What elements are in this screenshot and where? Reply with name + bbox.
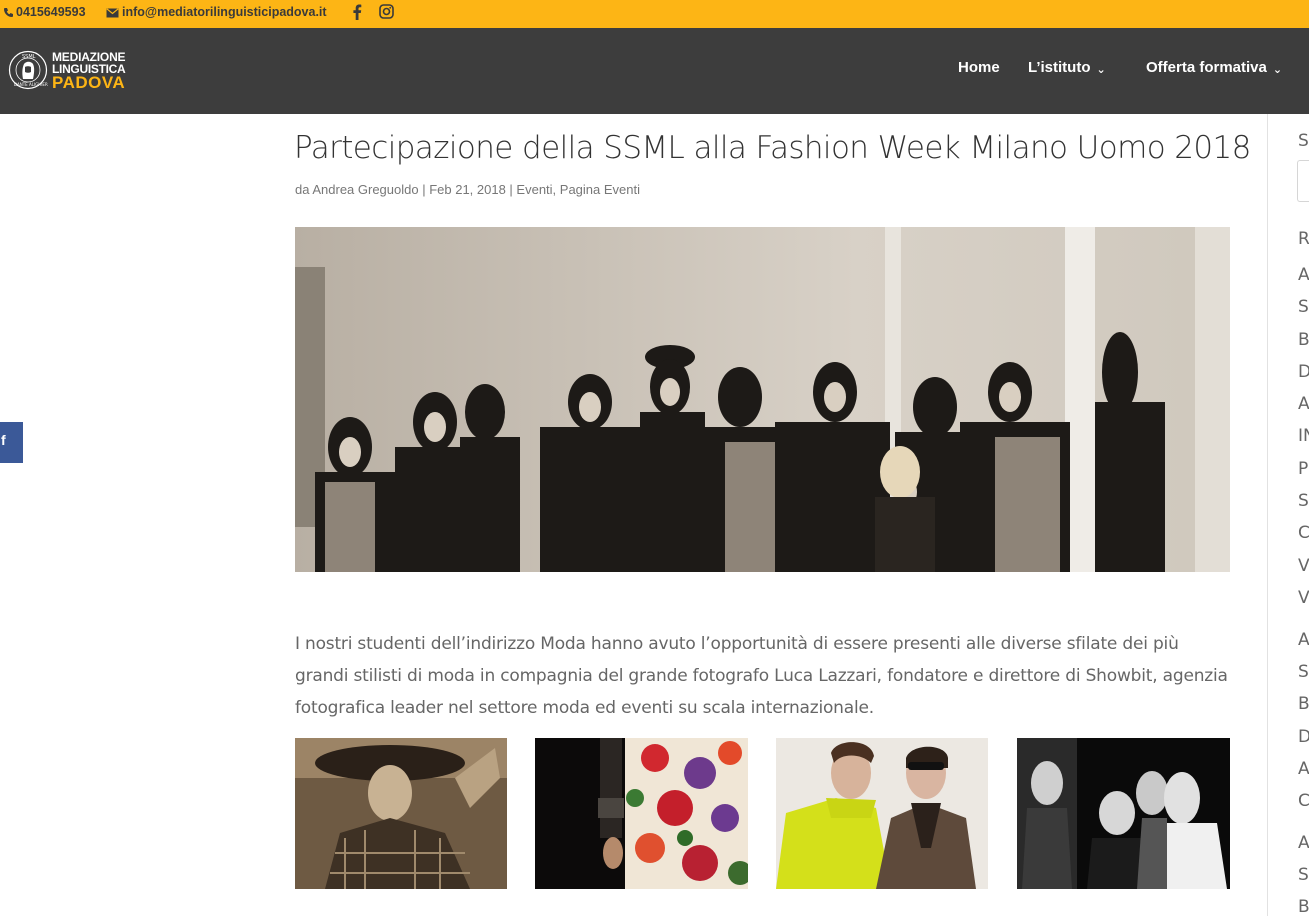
hero-photo [295,227,1230,572]
instagram-icon[interactable] [379,4,394,19]
site-logo[interactable]: SSML DANTE ALIGHIERI MEDIAZIONE LINGUIST… [8,48,133,94]
main-header: SSML DANTE ALIGHIERI MEDIAZIONE LINGUIST… [0,28,1309,114]
sidebar-link[interactable]: A [1298,630,1309,650]
sidebar-link[interactable]: C [1298,791,1309,811]
sidebar-link[interactable]: A [1298,759,1309,779]
top-bar: 0415649593 info@mediatorilinguisticipado… [0,0,1309,28]
sidebar-link[interactable]: IN [1298,426,1309,446]
email-address: info@mediatorilinguisticipadova.it [122,5,327,19]
chevron-down-icon: ⌄ [1272,64,1283,76]
nav-item-offerta-formativa[interactable]: Offerta formativa ⌄ [1146,59,1282,76]
sidebar-link[interactable]: V [1298,556,1309,576]
phone-number: 0415649593 [16,5,86,19]
nav-label: L’istituto [1028,59,1091,76]
sidebar-link[interactable]: A [1298,265,1309,285]
email-link[interactable]: info@mediatorilinguisticipadova.it [106,5,327,19]
sidebar-link[interactable]: B [1298,694,1309,714]
sidebar-link[interactable]: D [1298,727,1309,747]
envelope-icon [106,8,119,18]
article-meta: da Andrea Greguoldo | Feb 21, 2018 | Eve… [295,182,640,197]
gallery-thumb-4[interactable] [1017,738,1230,889]
nav-item-istituto[interactable]: L’istituto ⌄ [1028,59,1106,76]
phone-icon [4,8,13,18]
logo-line-3: PADOVA [52,73,126,92]
sidebar-link[interactable]: A [1298,833,1309,853]
svg-text:DANTE ALIGHIERI: DANTE ALIGHIERI [14,82,48,87]
sidebar-link[interactable]: D [1298,362,1309,382]
sidebar-link[interactable]: C [1298,523,1309,543]
sidebar-link[interactable]: P [1298,459,1308,479]
nav-label: Home [958,59,1000,76]
svg-text:SSML: SSML [22,54,36,60]
gallery-thumb-3[interactable] [776,738,988,889]
sidebar-link[interactable]: S [1298,865,1309,885]
sidebar-link[interactable]: S [1298,297,1309,317]
sidebar-heading: S [1298,131,1309,151]
gallery-thumb-1[interactable] [295,738,507,889]
sidebar-search-input[interactable] [1297,160,1309,202]
article-title: Partecipazione della SSML alla Fashion W… [294,130,1251,166]
phone-link[interactable]: 0415649593 [3,5,86,19]
sidebar-link[interactable]: S [1298,662,1309,682]
nav-item-home[interactable]: Home [958,59,1000,76]
article-paragraph: I nostri studenti dell’indirizzo Moda ha… [295,634,1228,718]
nav-label: Offerta formativa [1146,59,1267,76]
sidebar-link[interactable]: B [1298,897,1309,916]
logo-wordmark: MEDIAZIONE LINGUISTICA PADOVA [52,51,126,92]
facebook-share-icon: f [1,432,6,448]
facebook-share-button[interactable]: f [0,422,23,463]
sidebar-divider [1267,114,1268,916]
sidebar-heading: R [1298,229,1309,249]
sidebar-link[interactable]: A [1298,394,1309,414]
sidebar-link[interactable]: V [1298,588,1309,608]
chevron-down-icon: ⌄ [1096,64,1106,76]
gallery-thumb-2[interactable] [535,738,748,889]
sidebar-link[interactable]: B [1298,330,1309,350]
seal-icon: SSML DANTE ALIGHIERI [8,50,48,90]
facebook-icon[interactable] [352,4,362,20]
sidebar-link[interactable]: S [1298,491,1309,511]
